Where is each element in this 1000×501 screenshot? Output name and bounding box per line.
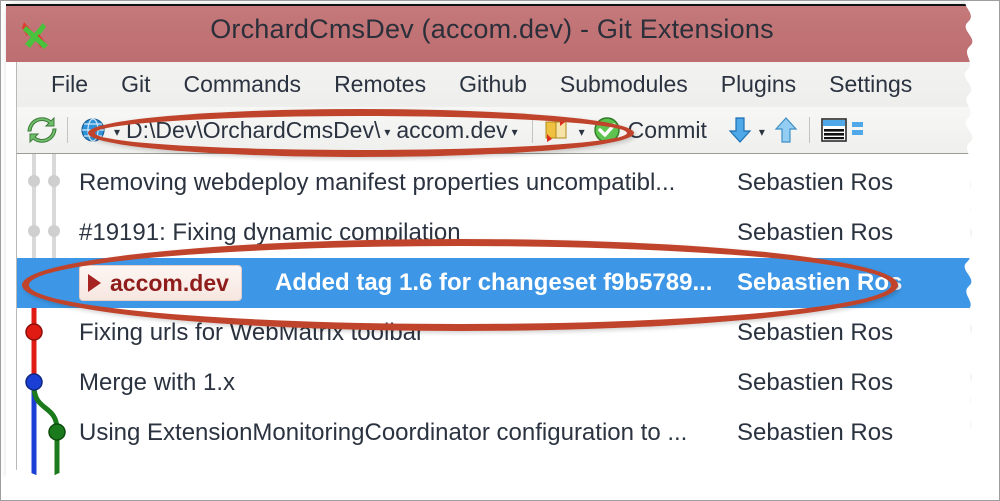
refresh-icon — [27, 116, 57, 144]
table-row[interactable]: Using ExtensionMonitoringCoordinator con… — [17, 408, 978, 458]
globe-icon — [81, 118, 105, 142]
pull-dropdown-caret-icon[interactable]: ▾ — [759, 126, 765, 138]
partial-toolbar-icon — [851, 122, 863, 135]
commit-message: Merge with 1.x — [79, 369, 236, 396]
menu-item-plugins[interactable]: Plugins — [721, 71, 796, 98]
commit-author: Sebastien Ros — [737, 219, 894, 246]
revision-grid[interactable]: Removing webdeploy manifest properties u… — [16, 154, 978, 482]
commit-author: Sebastien Ros — [737, 369, 894, 396]
table-row[interactable]: Merge with 1.x Sebastien Ros — [17, 358, 978, 408]
menu-item-submodules[interactable]: Submodules — [560, 71, 688, 98]
commit-author: Sebastien Ros — [737, 269, 903, 296]
commit-message: Removing webdeploy manifest properties u… — [79, 169, 676, 196]
pull-down-arrow-icon — [728, 117, 752, 143]
window-titlebar: OrchardCmsDev (accom.dev) - Git Extensio… — [6, 4, 978, 62]
toolbar-separator-2 — [531, 117, 533, 143]
window-title: OrchardCmsDev (accom.dev) - Git Extensio… — [210, 14, 774, 44]
commit-author: Sebastien Ros — [737, 319, 894, 346]
menu-item-settings[interactable]: Settings — [829, 71, 912, 98]
branch-dropdown-caret-icon[interactable]: ▾ — [512, 126, 518, 138]
branch-label-badge[interactable]: accom.dev — [79, 265, 242, 301]
repo-dropdown-caret-icon[interactable]: ▾ — [114, 126, 120, 138]
menu-item-remotes[interactable]: Remotes — [334, 71, 426, 98]
commit-message: #19191: Fixing dynamic compilation — [79, 219, 461, 246]
repo-path-label[interactable]: D:\Dev\OrchardCmsDev\ — [126, 117, 380, 144]
toolbar-separator-3 — [808, 117, 810, 143]
commit-message: Using ExtensionMonitoringCoordinator con… — [79, 419, 688, 446]
commit-message: Added tag 1.6 for changeset f9b5789... — [275, 269, 713, 296]
pull-button[interactable] — [725, 111, 755, 149]
stash-dropdown-caret-icon[interactable]: ▾ — [579, 126, 585, 138]
table-row[interactable]: #19191: Fixing dynamic compilation Sebas… — [17, 208, 978, 258]
commit-check-icon — [593, 117, 620, 143]
toggle-panel-icon — [821, 118, 847, 142]
commit-button-label: Commit — [627, 116, 707, 143]
git-extensions-window: OrchardCmsDev (accom.dev) - Git Extensio… — [6, 4, 978, 482]
table-row[interactable]: Fixing urls for WebMatrix toolbar Sebast… — [17, 308, 978, 358]
branch-label-text: accom.dev — [110, 269, 229, 296]
extra-toolbar-button[interactable] — [850, 111, 866, 149]
commit-author: Sebastien Ros — [737, 169, 894, 196]
commit-message: Fixing urls for WebMatrix toolbar — [79, 319, 424, 346]
menu-item-commands[interactable]: Commands — [183, 71, 301, 98]
commit-button[interactable]: Commit — [591, 111, 709, 149]
repo-globe-button[interactable] — [76, 111, 110, 149]
repo-path-dropdown-caret-icon[interactable]: ▾ — [384, 126, 390, 138]
menubar: File Git Commands Remotes Github Submodu… — [16, 62, 978, 107]
table-row[interactable]: Removing webdeploy manifest properties u… — [17, 158, 978, 208]
refresh-button[interactable] — [25, 111, 59, 149]
menu-item-git[interactable]: Git — [121, 71, 150, 98]
table-row-selected[interactable]: accom.dev Added tag 1.6 for changeset f9… — [17, 258, 978, 308]
commit-author: Sebastien Ros — [737, 419, 894, 446]
main-toolbar: ▾ D:\Dev\OrchardCmsDev\ ▾ accom.dev ▾ ▾ — [16, 107, 978, 154]
push-button[interactable] — [771, 111, 801, 149]
screenshot-root: OrchardCmsDev (accom.dev) - Git Extensio… — [0, 0, 1000, 501]
menu-item-file[interactable]: File — [51, 71, 88, 98]
branch-selector-label[interactable]: accom.dev — [396, 117, 507, 144]
push-up-arrow-icon — [774, 117, 798, 143]
menu-item-github[interactable]: Github — [459, 71, 527, 98]
toggle-panel-button[interactable] — [818, 111, 850, 149]
branch-arrow-icon — [88, 274, 101, 292]
stash-button[interactable] — [541, 111, 575, 149]
toolbar-separator-1 — [67, 117, 68, 143]
stash-icon — [545, 118, 567, 142]
